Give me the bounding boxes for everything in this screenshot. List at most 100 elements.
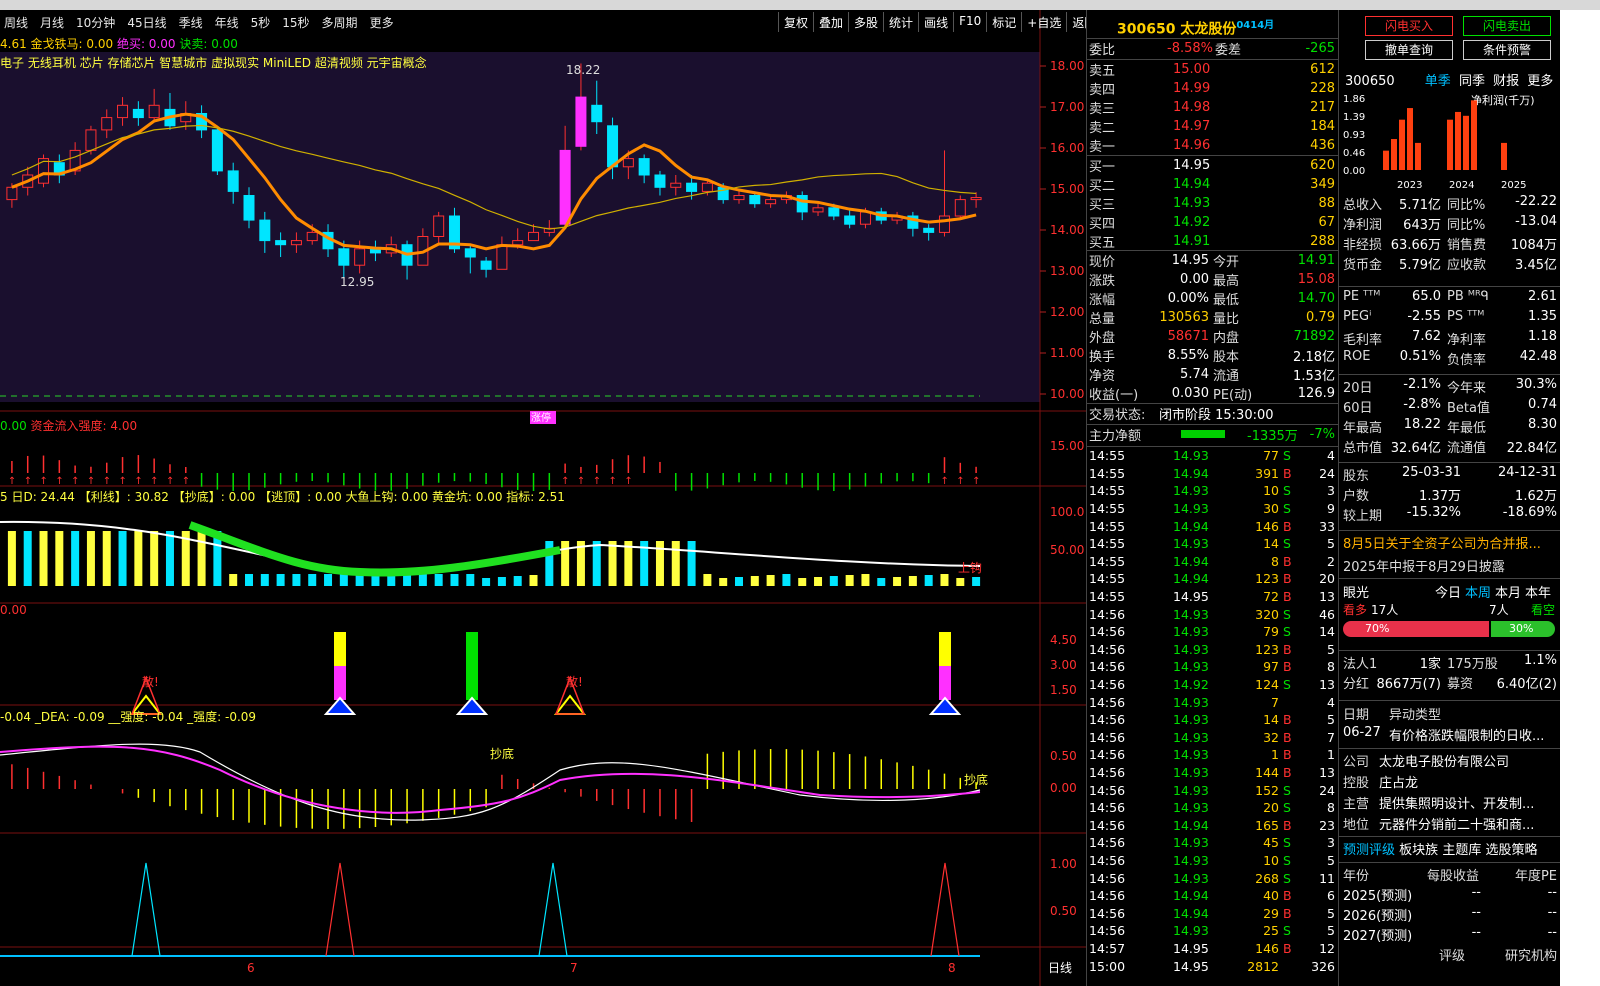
period-year[interactable]: 年线 bbox=[215, 14, 239, 31]
perf-row: 年最高 18.22 年最低 8.30 bbox=[1343, 417, 1557, 436]
forecast-footer: 评级 研究机构 bbox=[1439, 949, 1557, 964]
tick-row: 14:55 14.94 8 B 2 bbox=[1089, 553, 1335, 569]
flow-arrow: ↑ bbox=[182, 476, 190, 487]
news-list: 8月5日关于全资子公司为合并报... 2025年中报于8月29日披露 bbox=[1339, 530, 1561, 577]
tab-same[interactable]: 同季 bbox=[1459, 74, 1485, 89]
panel2-header: 0.00 资金流入强度: 4.00 bbox=[0, 419, 138, 433]
candle-body bbox=[211, 129, 223, 172]
period-more[interactable]: 更多 bbox=[370, 14, 394, 31]
flow-arrow: ↑ bbox=[134, 476, 142, 487]
panel3-bar bbox=[482, 578, 491, 586]
panel3-bar bbox=[956, 578, 965, 586]
tool-stats[interactable]: 统计 bbox=[883, 12, 918, 32]
flow-arrow: ↑ bbox=[24, 476, 32, 487]
candle-body bbox=[354, 248, 366, 266]
panel3-bar bbox=[339, 574, 348, 586]
flash-buy-button[interactable]: 闪电买入 bbox=[1365, 16, 1453, 36]
panel3-band bbox=[188, 521, 561, 577]
candle-body bbox=[227, 170, 239, 192]
news-item[interactable]: 8月5日关于全资子公司为合并报... bbox=[1339, 531, 1561, 554]
tick-row: 14:56 14.93 45 S 3 bbox=[1089, 835, 1335, 851]
indicator-value: 4.61 bbox=[0, 37, 27, 51]
period-multi[interactable]: 多周期 bbox=[322, 14, 358, 31]
cancel-query-button[interactable]: 撤单查询 bbox=[1365, 40, 1453, 60]
sell-level[interactable]: 卖三 14.98 217 bbox=[1087, 98, 1339, 117]
eye-tab-week[interactable]: 本周 bbox=[1465, 582, 1491, 601]
signal-bar bbox=[466, 666, 478, 700]
profit-bar-chart: 1.86 1.39 0.93 0.46 0.00 净利润(千万) 2023 2024 2025 bbox=[1343, 93, 1535, 191]
profit-bar bbox=[1471, 100, 1477, 170]
tab-quarter[interactable]: 单季 bbox=[1425, 74, 1451, 89]
tick-row: 14:56 14.93 10 S 5 bbox=[1089, 852, 1335, 868]
news-item[interactable]: 2025年中报于8月29日披露 bbox=[1339, 554, 1561, 577]
panel3-bar bbox=[608, 541, 617, 586]
tab-more[interactable]: 更多 bbox=[1527, 74, 1553, 89]
sell-level[interactable]: 卖五 15.00 612 bbox=[1087, 60, 1339, 79]
buy-level[interactable]: 买五 14.91 288 bbox=[1087, 232, 1339, 251]
fin-year-label: 2023 bbox=[1397, 180, 1422, 191]
valuation-stats: PE ᵀᵀᴹ 65.0 PB ᴹᴿᑫ 2.61 PEGⁱ -2.55 PS ᵀᵀᴹ 1.35 毛… bbox=[1339, 286, 1561, 368]
flow-bar bbox=[1181, 430, 1225, 438]
period-5s[interactable]: 5秒 bbox=[251, 14, 271, 31]
period-10min[interactable]: 10分钟 bbox=[76, 14, 115, 31]
panel2-axis-label: 15.00 bbox=[1050, 439, 1084, 453]
tool-draw[interactable]: 画线 bbox=[918, 12, 953, 32]
period-quarter[interactable]: 季线 bbox=[179, 14, 203, 31]
tab-forecast[interactable]: 预测评级 bbox=[1343, 843, 1395, 858]
tool-mark[interactable]: 标记 bbox=[986, 12, 1021, 32]
forecast-row: 2027(预测) -- -- bbox=[1343, 925, 1557, 944]
sell-level[interactable]: 卖四 14.99 228 bbox=[1087, 79, 1339, 98]
sell-level[interactable]: 卖二 14.97 184 bbox=[1087, 117, 1339, 136]
period-45day[interactable]: 45日线 bbox=[127, 14, 166, 31]
tick-list[interactable]: 14:55 14.93 77 S 4 14:55 14.94 391 B 24 14:55 14.93… bbox=[1087, 446, 1339, 975]
eye-tab-month[interactable]: 本月 bbox=[1495, 582, 1521, 601]
tool-overlay[interactable]: 叠加 bbox=[813, 12, 848, 32]
tab-sector[interactable]: 板块族 bbox=[1399, 843, 1438, 858]
perf-row: 60日 -2.8% Beta值 0.74 bbox=[1343, 397, 1557, 416]
eye-tab-year[interactable]: 本年 bbox=[1525, 582, 1551, 601]
trade-status: 交易状态: 闭市阶段 15:30:00 bbox=[1087, 403, 1339, 423]
buy-level[interactable]: 买四 14.92 67 bbox=[1087, 213, 1339, 232]
chart-toolbar: 复权 叠加 多股 统计 画线 F10 标记 +自选 返回 bbox=[778, 12, 1101, 32]
tab-report[interactable]: 财报 bbox=[1493, 74, 1519, 89]
quote-row: 涨跌 0.00 最高 15.08 bbox=[1089, 272, 1335, 289]
buy-level[interactable]: 买三 14.93 88 bbox=[1087, 194, 1339, 213]
tick-row: 14:56 14.93 79 S 14 bbox=[1089, 624, 1335, 640]
candle-body bbox=[701, 182, 713, 192]
buy-level[interactable]: 买一 14.95 620 bbox=[1087, 156, 1339, 175]
fin-row: 净利润 643万 同比% -13.04 bbox=[1343, 214, 1557, 233]
bear-ratio-bar: 30% bbox=[1491, 621, 1555, 637]
flow-arrow: ↑ bbox=[956, 476, 964, 487]
eye-section: 眼光 今日 本周 本月 本年 看多 17人 7人 看空 70% 30% bbox=[1339, 578, 1561, 640]
flow-arrow: ↑ bbox=[71, 476, 79, 487]
alert-button[interactable]: 条件预警 bbox=[1463, 40, 1551, 60]
candle-body bbox=[686, 182, 698, 192]
tab-theme[interactable]: 主题库 bbox=[1442, 843, 1481, 858]
buy-level[interactable]: 买二 14.94 349 bbox=[1087, 175, 1339, 194]
candle-body bbox=[559, 149, 571, 225]
panel3-bar bbox=[134, 531, 143, 586]
tick-row: 14:56 14.94 165 B 23 bbox=[1089, 817, 1335, 833]
eye-tab-today[interactable]: 今日 bbox=[1435, 582, 1461, 601]
period-15s[interactable]: 15秒 bbox=[282, 14, 309, 31]
period-week[interactable]: 周线 bbox=[4, 14, 28, 31]
panel3-bar bbox=[260, 574, 269, 586]
tool-multi[interactable]: 多股 bbox=[848, 12, 883, 32]
tool-f10[interactable]: F10 bbox=[953, 12, 986, 32]
profit-bar bbox=[1463, 115, 1469, 170]
candle-body bbox=[638, 158, 650, 176]
price-axis-label: 17.00 bbox=[1050, 100, 1084, 114]
candle-body bbox=[259, 219, 271, 242]
panel3-tag: 上钩 bbox=[958, 561, 982, 575]
sell-level[interactable]: 卖一 14.96 436 bbox=[1087, 136, 1339, 155]
tool-watchlist[interactable]: +自选 bbox=[1021, 12, 1066, 32]
panel3-bar bbox=[513, 576, 522, 586]
tool-fuquan[interactable]: 复权 bbox=[778, 12, 813, 32]
candle-body bbox=[749, 195, 761, 205]
flash-sell-button[interactable]: 闪电卖出 bbox=[1463, 16, 1551, 36]
tab-strategy[interactable]: 选股策略 bbox=[1485, 843, 1537, 858]
tick-row: 14:55 14.95 72 B 13 bbox=[1089, 589, 1335, 605]
period-month[interactable]: 月线 bbox=[40, 14, 64, 31]
tick-row: 14:56 14.94 40 B 6 bbox=[1089, 888, 1335, 904]
panel3-bar bbox=[861, 574, 870, 586]
